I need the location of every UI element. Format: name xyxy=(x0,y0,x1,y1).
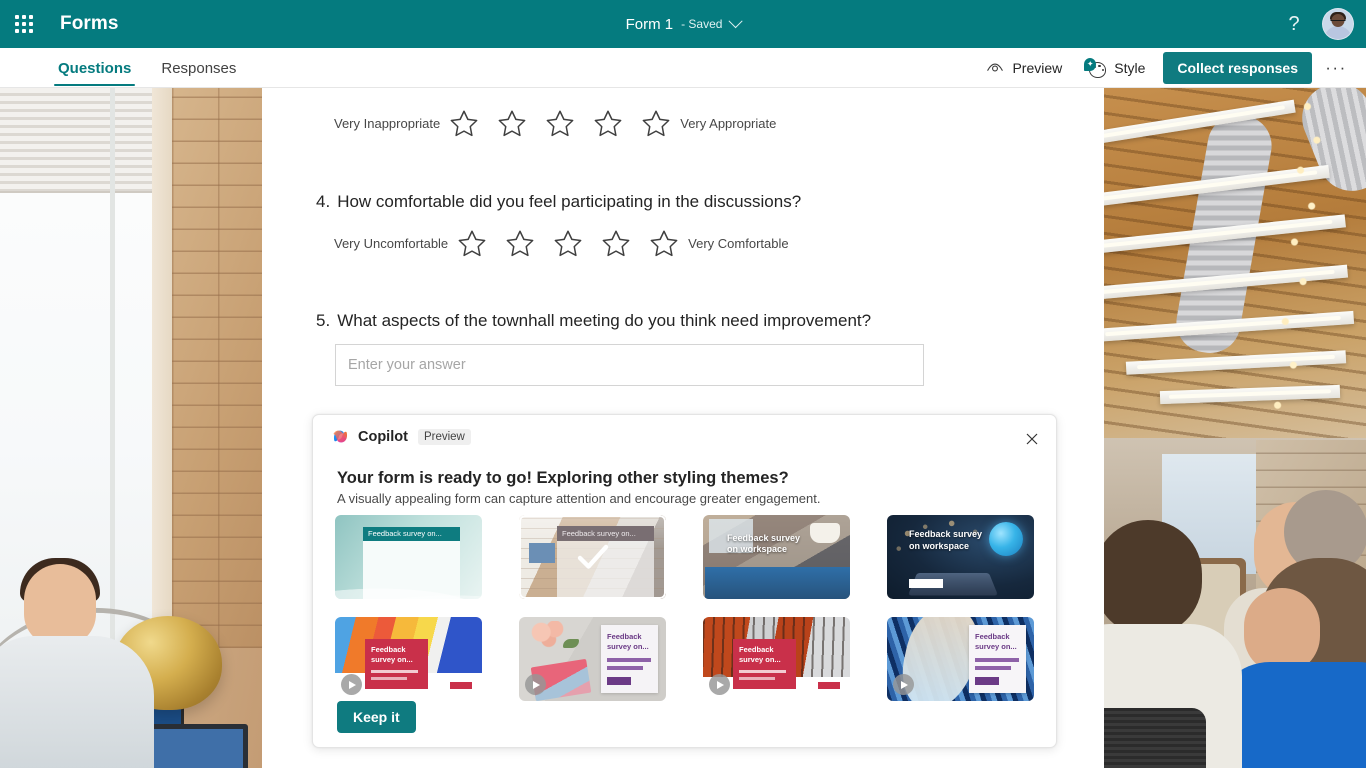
eye-icon xyxy=(987,63,1004,72)
theme-option-office-photo[interactable]: Feedback survey on... xyxy=(519,515,666,599)
copilot-icon xyxy=(333,430,348,443)
play-icon[interactable] xyxy=(709,674,730,695)
star-icon[interactable] xyxy=(593,108,623,138)
copilot-preview-badge: Preview xyxy=(417,428,471,445)
play-icon[interactable] xyxy=(341,674,362,695)
copilot-title: Your form is ready to go! Exploring othe… xyxy=(337,469,789,487)
app-name: Forms xyxy=(60,13,119,34)
q3-right-label: Very Appropriate xyxy=(680,115,777,131)
theme-5-card-label: Feedback survey on... xyxy=(371,645,413,664)
close-icon xyxy=(1026,433,1038,445)
q4-number: 4. xyxy=(316,192,331,211)
theme-1-card-label: Feedback survey on... xyxy=(368,529,442,538)
keep-it-button[interactable]: Keep it xyxy=(337,701,416,733)
preview-button[interactable]: Preview xyxy=(978,53,1070,83)
style-palette-icon: ✦ xyxy=(1084,58,1107,78)
document-title: Form 1 xyxy=(625,15,674,33)
tab-questions-label: Questions xyxy=(58,59,132,77)
tab-responses-label: Responses xyxy=(161,59,237,77)
help-button[interactable]: ? xyxy=(1276,6,1312,42)
theme-6-card-label: Feedback survey on... xyxy=(607,632,649,651)
avatar[interactable] xyxy=(1322,8,1354,40)
star-icon[interactable] xyxy=(545,108,575,138)
suite-header: Forms Form 1 - Saved ? xyxy=(0,0,1366,48)
collect-responses-button[interactable]: Collect responses xyxy=(1163,52,1312,84)
checkmark-icon xyxy=(577,544,608,569)
q3-star-rating[interactable] xyxy=(440,108,680,138)
star-icon[interactable] xyxy=(641,108,671,138)
style-label: Style xyxy=(1114,60,1146,76)
more-options-button[interactable]: ··· xyxy=(1320,52,1352,84)
star-icon[interactable] xyxy=(449,108,479,138)
copilot-label: Copilot xyxy=(358,428,408,445)
form-tabs: Questions Responses xyxy=(48,48,256,88)
document-title-menu[interactable]: Form 1 - Saved xyxy=(618,0,749,48)
theme-option-night-moon-book[interactable]: Feedback survey on workspace xyxy=(887,515,1034,599)
theme-option-blue-waves[interactable]: Feedback survey on... xyxy=(887,617,1034,701)
tab-questions[interactable]: Questions xyxy=(48,48,141,88)
theme-3-card-label: Feedback survey on workspace xyxy=(727,533,801,555)
command-bar: Questions Responses Preview ✦ Style Coll… xyxy=(0,48,1366,88)
theme-option-teal-gradient[interactable]: Feedback survey on... xyxy=(335,515,482,599)
theme-option-color-stripes[interactable]: Feedback survey on... xyxy=(335,617,482,701)
q5-text: What aspects of the townhall meeting do … xyxy=(337,311,872,330)
theme-7-card-label: Feedback survey on... xyxy=(739,645,781,664)
chevron-down-icon xyxy=(728,14,743,29)
q5-number: 5. xyxy=(316,311,331,330)
star-icon[interactable] xyxy=(457,228,487,258)
copilot-close-button[interactable] xyxy=(1018,425,1046,453)
theme-2-card-label: Feedback survey on... xyxy=(562,529,636,538)
copilot-subtitle: A visually appealing form can capture at… xyxy=(337,491,821,506)
q5-answer-input[interactable] xyxy=(335,344,924,386)
q4-star-rating[interactable] xyxy=(448,228,688,258)
theme-selected-check xyxy=(519,515,666,599)
play-icon[interactable] xyxy=(525,674,546,695)
q4-text: How comfortable did you feel participati… xyxy=(337,192,802,211)
question-5: 5. What aspects of the townhall meeting … xyxy=(316,311,924,386)
star-icon[interactable] xyxy=(649,228,679,258)
star-icon[interactable] xyxy=(601,228,631,258)
theme-option-city-sunset[interactable]: Feedback survey on... xyxy=(703,617,850,701)
copilot-suggestion-card: Copilot Preview Your form is ready to go… xyxy=(312,414,1057,748)
theme-option-flowers-journal[interactable]: Feedback survey on... xyxy=(519,617,666,701)
star-icon[interactable] xyxy=(505,228,535,258)
q4-right-label: Very Comfortable xyxy=(688,235,789,251)
style-button[interactable]: ✦ Style xyxy=(1076,53,1153,83)
theme-thumbnail-grid: Feedback survey on... Feedback survey on… xyxy=(335,515,1043,701)
play-icon[interactable] xyxy=(893,674,914,695)
theme-option-workspace-lounge[interactable]: Feedback survey on workspace xyxy=(703,515,850,599)
preview-label: Preview xyxy=(1012,60,1063,76)
background-right-office-scene xyxy=(1104,88,1366,768)
waffle-icon xyxy=(15,15,33,33)
copilot-header: Copilot Preview xyxy=(331,427,471,446)
q3-left-label: Very Inappropriate xyxy=(334,115,441,131)
theme-8-card-label: Feedback survey on... xyxy=(975,632,1017,651)
save-status: - Saved xyxy=(681,17,723,31)
question-3-rating: Very Inappropriate Very Appropriate xyxy=(334,108,776,138)
q4-left-label: Very Uncomfortable xyxy=(334,235,449,251)
suite-actions: ? xyxy=(1276,0,1366,48)
background-left-office-scene xyxy=(0,88,262,768)
app-launcher-button[interactable] xyxy=(0,0,48,48)
command-bar-actions: Preview ✦ Style Collect responses ··· xyxy=(978,48,1352,88)
star-icon[interactable] xyxy=(497,108,527,138)
theme-4-card-label: Feedback survey on workspace xyxy=(909,529,983,551)
star-icon[interactable] xyxy=(553,228,583,258)
question-4: 4. How comfortable did you feel particip… xyxy=(316,192,801,258)
tab-responses[interactable]: Responses xyxy=(151,48,246,88)
